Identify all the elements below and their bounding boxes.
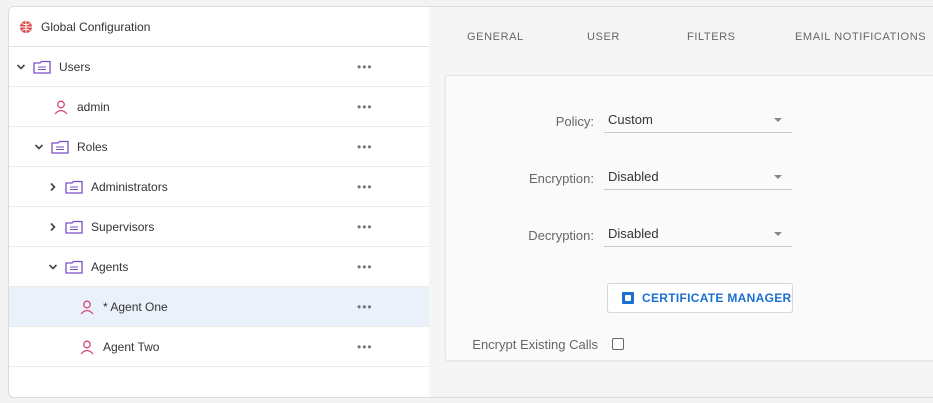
tree-item-agent-one[interactable]: * Agent One ••• bbox=[9, 287, 429, 327]
policy-label: Policy: bbox=[555, 114, 594, 129]
tab-general[interactable]: GENERAL bbox=[467, 31, 524, 43]
tree-item-label: * Agent One bbox=[103, 299, 168, 314]
tree-item-admin[interactable]: admin ••• bbox=[9, 87, 429, 127]
more-options-icon[interactable]: ••• bbox=[357, 341, 373, 353]
folder-icon bbox=[33, 60, 51, 74]
tree-item-label: Supervisors bbox=[91, 219, 155, 234]
tree-item-users[interactable]: Users ••• bbox=[9, 47, 429, 87]
tree-item-label: Agents bbox=[91, 259, 129, 274]
policy-value: Custom bbox=[608, 112, 653, 127]
more-options-icon[interactable]: ••• bbox=[357, 101, 373, 113]
decryption-value: Disabled bbox=[608, 226, 659, 241]
dropdown-arrow-icon bbox=[774, 118, 782, 122]
user-icon bbox=[79, 339, 95, 355]
app-frame: Global Configuration Users ••• admin ••• bbox=[8, 6, 933, 398]
decryption-label: Decryption: bbox=[528, 228, 594, 243]
chevron-right-icon[interactable] bbox=[47, 221, 59, 233]
user-icon bbox=[79, 299, 95, 315]
encrypt-existing-calls-checkbox[interactable] bbox=[612, 338, 624, 350]
more-options-icon[interactable]: ••• bbox=[357, 61, 373, 73]
encryption-label: Encryption: bbox=[528, 171, 594, 186]
folder-icon bbox=[65, 180, 83, 194]
encryption-select[interactable]: Disabled bbox=[604, 165, 792, 190]
encryption-value: Disabled bbox=[608, 169, 659, 184]
tab-user[interactable]: USER bbox=[587, 31, 620, 43]
certificate-icon bbox=[622, 292, 634, 304]
tab-bar: GENERAL USER FILTERS EMAIL NOTIFICATIONS bbox=[429, 7, 933, 64]
decryption-select[interactable]: Disabled bbox=[604, 222, 792, 247]
tree-root-global-configuration[interactable]: Global Configuration bbox=[9, 7, 429, 47]
folder-icon bbox=[51, 140, 69, 154]
dropdown-arrow-icon bbox=[774, 232, 782, 236]
folder-icon bbox=[65, 220, 83, 234]
tree-item-label: Administrators bbox=[91, 179, 168, 194]
tree-item-agent-two[interactable]: Agent Two ••• bbox=[9, 327, 429, 367]
folder-icon bbox=[65, 260, 83, 274]
policy-select[interactable]: Custom bbox=[604, 108, 792, 133]
tree-item-label: admin bbox=[77, 99, 110, 114]
globe-icon bbox=[19, 20, 33, 34]
more-options-icon[interactable]: ••• bbox=[357, 221, 373, 233]
chevron-down-icon[interactable] bbox=[33, 141, 45, 153]
tree-item-label: Agent Two bbox=[103, 339, 160, 354]
more-options-icon[interactable]: ••• bbox=[357, 181, 373, 193]
tree-item-supervisors[interactable]: Supervisors ••• bbox=[9, 207, 429, 247]
more-options-icon[interactable]: ••• bbox=[357, 141, 373, 153]
more-options-icon[interactable]: ••• bbox=[357, 301, 373, 313]
tree-item-label: Roles bbox=[77, 139, 108, 154]
chevron-right-icon[interactable] bbox=[47, 181, 59, 193]
tree-item-roles[interactable]: Roles ••• bbox=[9, 127, 429, 167]
certificate-manager-button[interactable]: CERTIFICATE MANAGER bbox=[607, 283, 793, 313]
certificate-manager-label: CERTIFICATE MANAGER bbox=[642, 291, 792, 305]
user-icon bbox=[53, 99, 69, 115]
tab-filters[interactable]: FILTERS bbox=[687, 31, 736, 43]
chevron-down-icon[interactable] bbox=[15, 61, 27, 73]
tree-root-label: Global Configuration bbox=[41, 19, 151, 34]
chevron-down-icon[interactable] bbox=[47, 261, 59, 273]
configuration-tree: Global Configuration Users ••• admin ••• bbox=[9, 7, 430, 397]
encryption-settings-card: Policy: Custom Encryption: Disabled Decr… bbox=[445, 75, 933, 361]
more-options-icon[interactable]: ••• bbox=[357, 261, 373, 273]
tree-item-label: Users bbox=[59, 59, 91, 74]
dropdown-arrow-icon bbox=[774, 175, 782, 179]
tab-email-notifications[interactable]: EMAIL NOTIFICATIONS bbox=[795, 31, 926, 43]
settings-content: Policy: Custom Encryption: Disabled Decr… bbox=[429, 63, 933, 397]
tree-item-administrators[interactable]: Administrators ••• bbox=[9, 167, 429, 207]
tree-item-agents[interactable]: Agents ••• bbox=[9, 247, 429, 287]
encrypt-existing-calls-label: Encrypt Existing Calls bbox=[472, 337, 598, 352]
